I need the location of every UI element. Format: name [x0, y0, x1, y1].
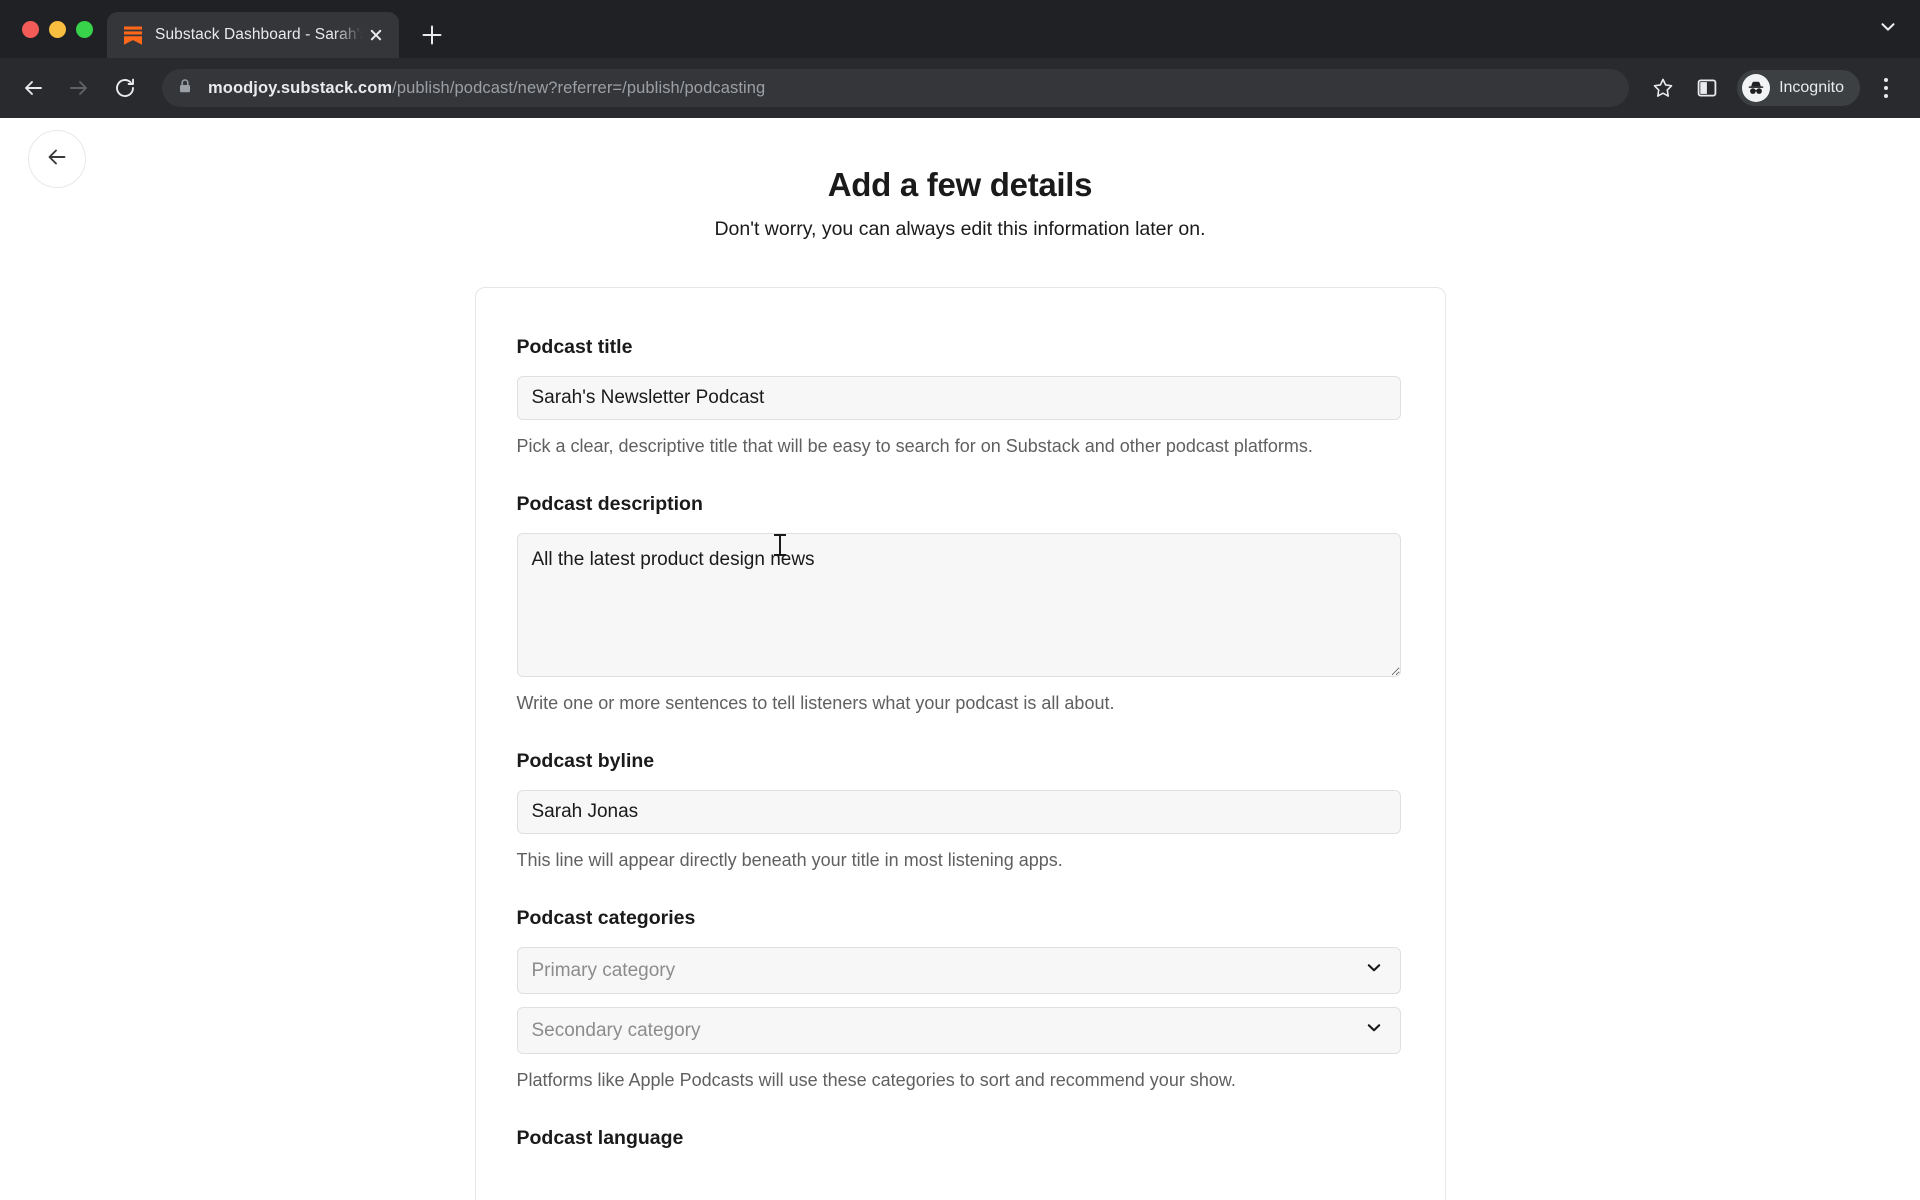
podcast-byline-input[interactable] [516, 790, 1401, 834]
browser-tab[interactable]: Substack Dashboard - Sarah's [107, 12, 399, 58]
profile-incognito-button[interactable]: Incognito [1737, 70, 1860, 106]
kebab-menu-icon[interactable] [1868, 68, 1904, 108]
star-icon[interactable] [1643, 68, 1683, 108]
substack-icon [123, 25, 143, 46]
page-subtitle: Don't worry, you can always edit this in… [714, 218, 1206, 240]
page-header: Add a few details Don't worry, you can a… [0, 118, 1920, 241]
primary-category-value: Primary category [531, 959, 676, 981]
maximize-window-button[interactable] [76, 20, 93, 38]
podcast-byline-label: Podcast byline [516, 750, 655, 772]
close-window-button[interactable] [22, 20, 39, 38]
window-controls [14, 0, 107, 58]
browser-window: Substack Dashboard - Sarah's moodjoy.sub… [0, 0, 1920, 1200]
tab-strip-right [1878, 0, 1920, 58]
page-back-button[interactable] [28, 130, 86, 188]
lock-icon [178, 78, 194, 99]
browser-toolbar: moodjoy.substack.com/publish/podcast/new… [0, 58, 1920, 118]
field-podcast-language: Podcast language [517, 1127, 1404, 1150]
address-bar-url: moodjoy.substack.com/publish/podcast/new… [208, 79, 765, 98]
text-cursor [774, 534, 786, 556]
podcast-categories-help: Platforms like Apple Podcasts will use t… [516, 1070, 1236, 1090]
primary-category-select[interactable]: Primary category [516, 947, 1401, 994]
forward-button[interactable] [58, 67, 100, 109]
side-panel-icon[interactable] [1687, 68, 1727, 108]
tab-strip: Substack Dashboard - Sarah's [0, 0, 1920, 58]
profile-label: Incognito [1779, 79, 1844, 96]
url-domain: moodjoy.substack.com [208, 78, 393, 97]
reload-button[interactable] [104, 67, 146, 109]
podcast-categories-label: Podcast categories [516, 907, 696, 929]
field-podcast-description: Podcast description All the latest produ… [516, 493, 1404, 714]
minimize-window-button[interactable] [49, 20, 66, 38]
chevron-down-icon [1365, 959, 1383, 982]
podcast-language-label: Podcast language [516, 1127, 684, 1149]
podcast-details-card: Podcast title Pick a clear, descriptive … [474, 287, 1446, 1200]
chevron-down-icon[interactable] [1878, 17, 1898, 42]
back-button[interactable] [12, 67, 54, 109]
field-podcast-categories: Podcast categories Primary category Seco… [516, 907, 1404, 1091]
podcast-description-textarea[interactable]: All the latest product design news [516, 533, 1401, 677]
close-icon[interactable] [363, 22, 389, 48]
secondary-category-value: Secondary category [531, 1019, 701, 1041]
podcast-description-label: Podcast description [516, 493, 703, 515]
chevron-down-icon [1365, 1019, 1383, 1042]
podcast-description-help: Write one or more sentences to tell list… [516, 693, 1115, 713]
field-podcast-title: Podcast title Pick a clear, descriptive … [516, 336, 1404, 457]
url-path: /publish/podcast/new?referrer=/publish/p… [392, 78, 766, 97]
field-podcast-byline: Podcast byline This line will appear dir… [516, 750, 1404, 871]
podcast-title-label: Podcast title [516, 336, 633, 358]
podcast-byline-help: This line will appear directly beneath y… [516, 850, 1063, 870]
page-title: Add a few details [827, 166, 1093, 203]
tab-title: Substack Dashboard - Sarah's [155, 26, 363, 43]
secondary-category-select[interactable]: Secondary category [516, 1007, 1401, 1054]
arrow-left-icon [45, 145, 69, 174]
new-tab-button[interactable] [413, 16, 451, 54]
page-viewport: Add a few details Don't worry, you can a… [0, 118, 1920, 1200]
podcast-title-input[interactable] [516, 376, 1401, 420]
podcast-title-help: Pick a clear, descriptive title that wil… [516, 436, 1313, 456]
incognito-icon [1742, 74, 1771, 102]
address-bar[interactable]: moodjoy.substack.com/publish/podcast/new… [162, 69, 1630, 107]
